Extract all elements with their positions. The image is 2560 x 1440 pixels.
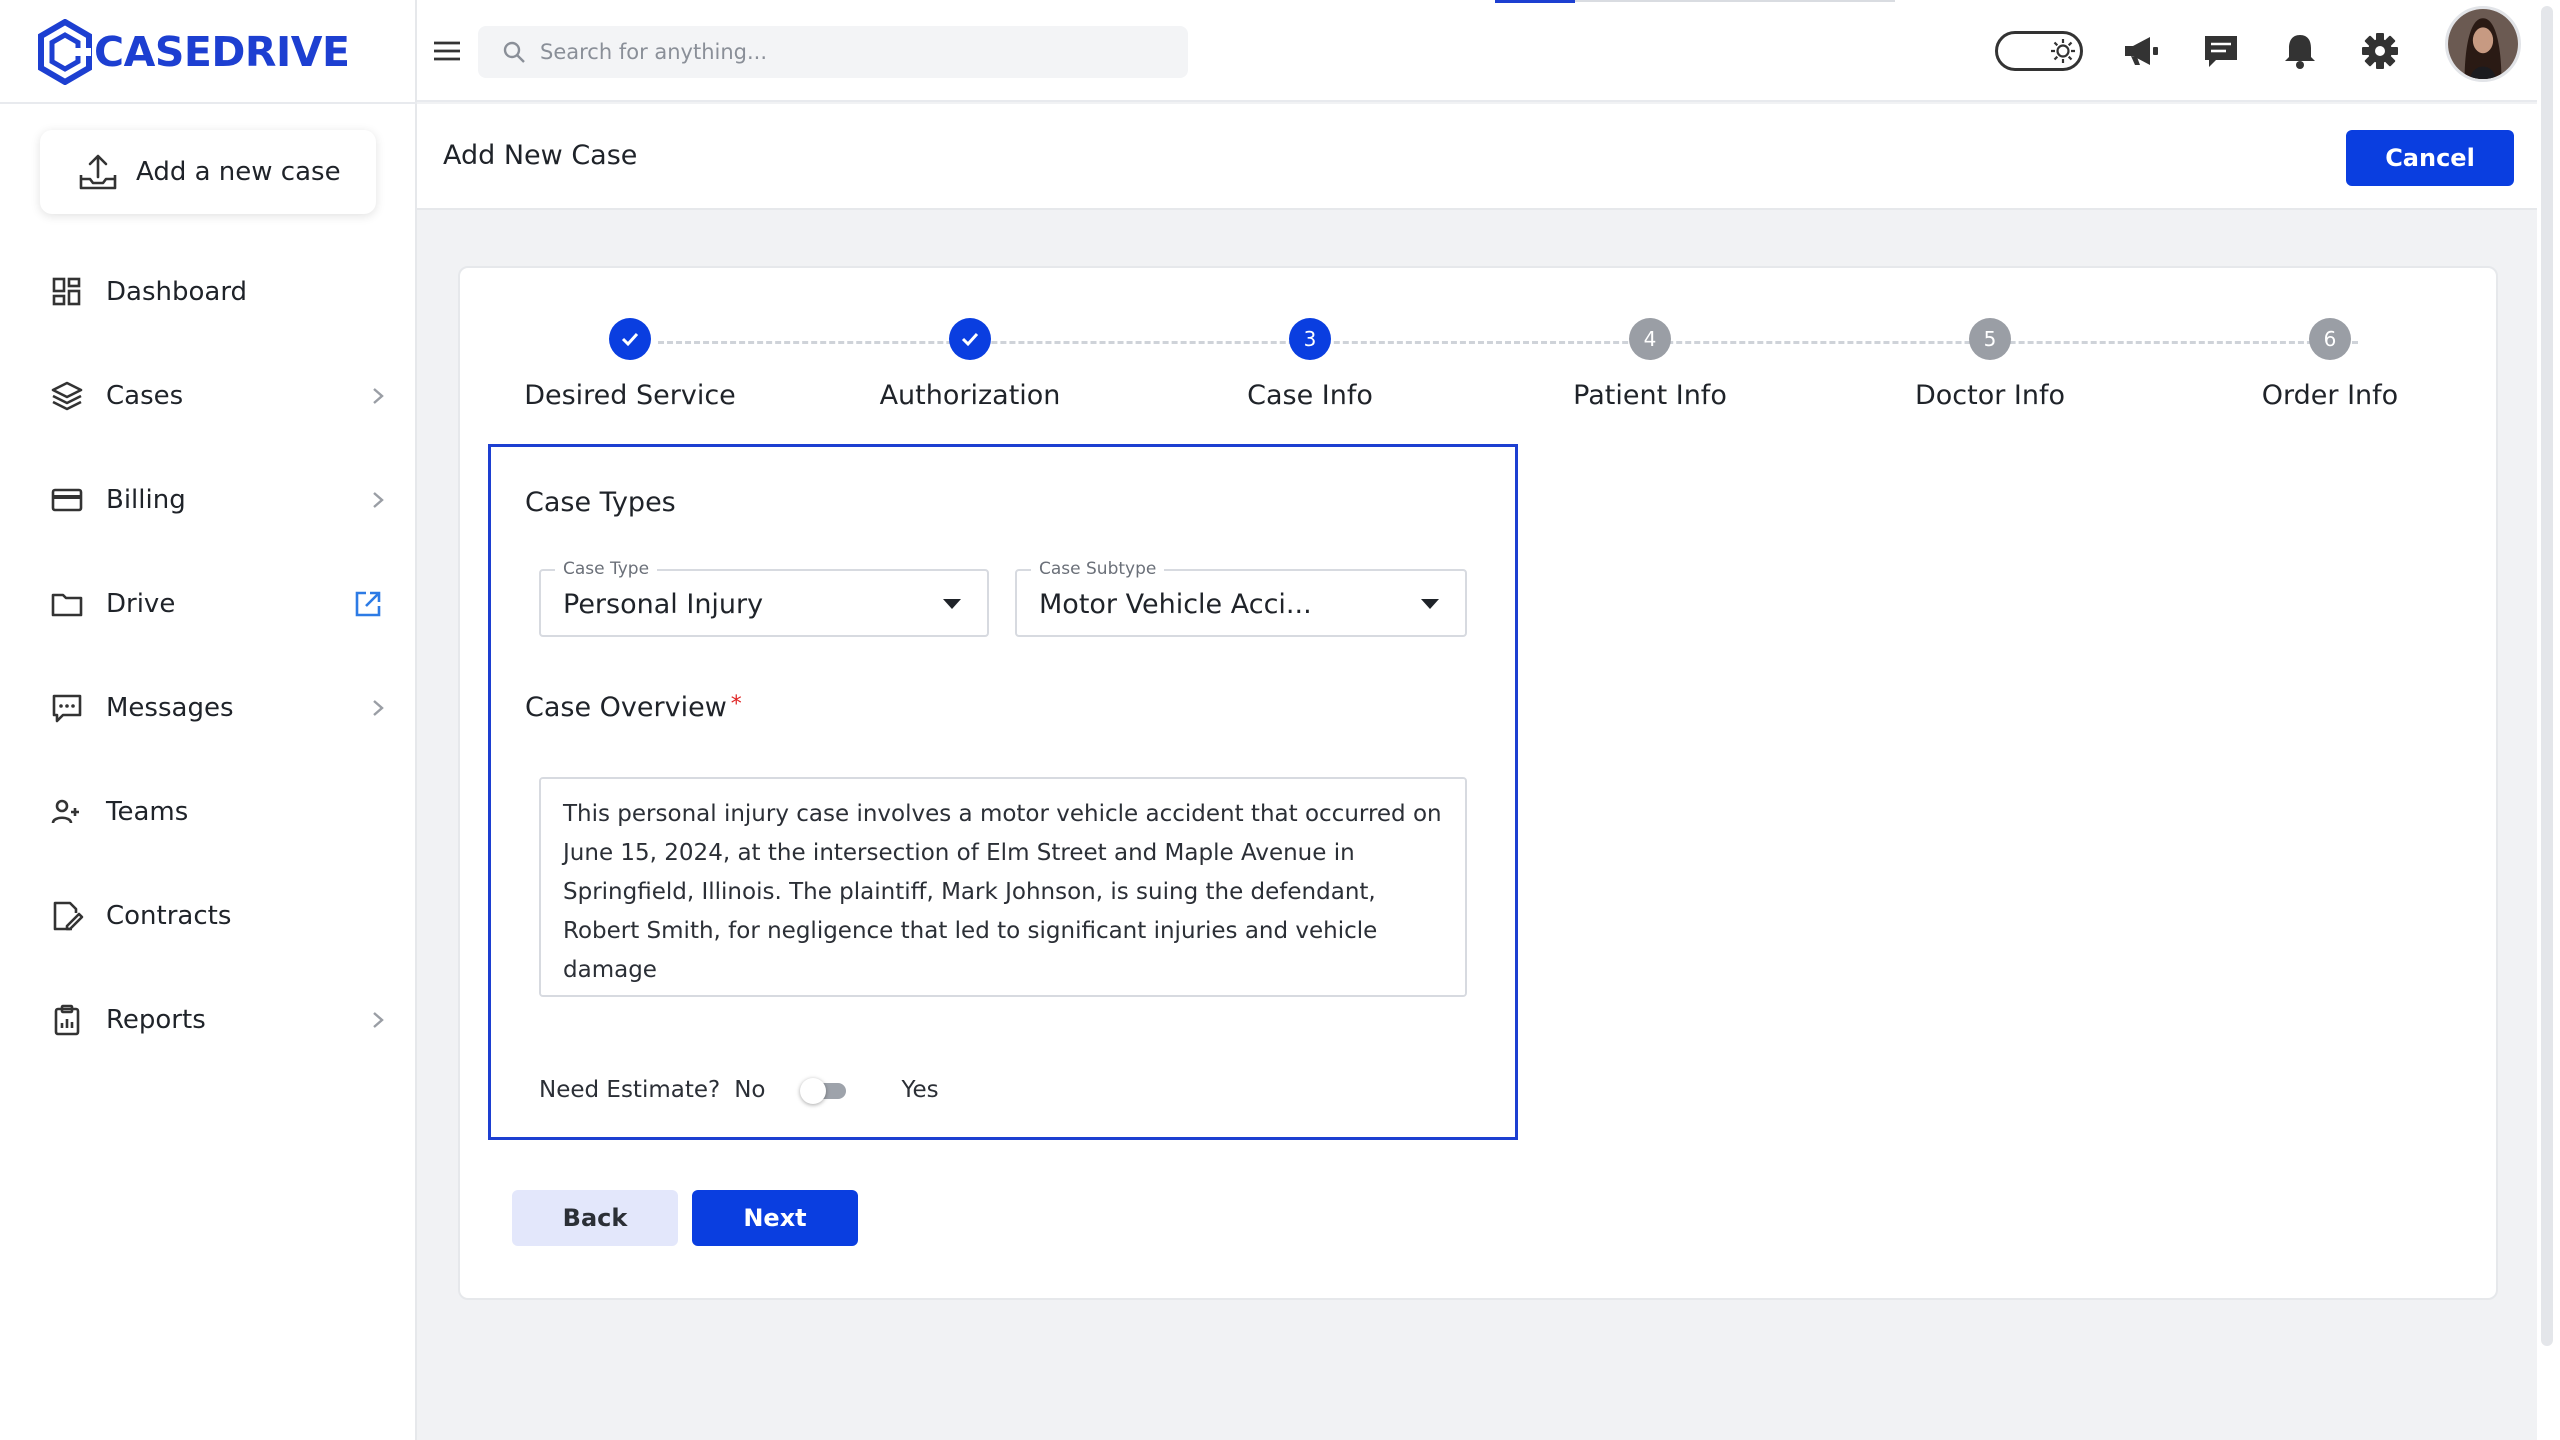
brand-logo[interactable]: CASEDRIVE	[38, 14, 350, 90]
case-overview-textarea[interactable]: This personal injury case involves a mot…	[539, 777, 1467, 997]
message-icon	[52, 694, 82, 723]
case-types-title: Case Types	[525, 487, 676, 518]
sun-icon	[2051, 39, 2075, 63]
case-subtype-label: Case Subtype	[1031, 559, 1165, 579]
sidebar-item-cases[interactable]: Cases	[0, 344, 417, 448]
step-desired-service[interactable]: Desired Service	[460, 318, 800, 411]
menu-icon[interactable]	[431, 36, 463, 66]
step-authorization[interactable]: Authorization	[800, 318, 1140, 411]
folder-icon	[51, 593, 83, 617]
external-link-icon[interactable]	[353, 589, 383, 619]
chevron-right-icon	[373, 388, 384, 404]
megaphone-icon[interactable]	[2120, 30, 2162, 72]
cancel-button[interactable]: Cancel	[2346, 130, 2514, 186]
chevron-right-icon	[373, 1012, 384, 1028]
clipboard-icon	[54, 1004, 80, 1036]
search-input[interactable]	[540, 40, 1180, 64]
estimate-yes-label: Yes	[901, 1077, 939, 1103]
step-doctor-info[interactable]: 5 Doctor Info	[1820, 318, 2160, 411]
chevron-right-icon	[373, 700, 384, 716]
case-info-form: Case Types Case Type Personal Injury Cas…	[488, 444, 1518, 1140]
sidebar-item-reports[interactable]: Reports	[0, 968, 417, 1072]
case-wizard-card: Desired Service Authorization 3 Case Inf…	[458, 266, 2498, 1300]
search-icon	[503, 41, 525, 63]
case-type-value: Personal Injury	[563, 589, 764, 620]
sidebar-item-label: Billing	[106, 485, 186, 515]
step-label: Patient Info	[1573, 380, 1727, 411]
loading-track	[1575, 0, 1895, 2]
step-number: 5	[1969, 318, 2011, 360]
brand-name: CASEDRIVE	[94, 28, 350, 76]
sidebar-item-drive[interactable]: Drive	[0, 552, 417, 656]
chevron-right-icon	[373, 492, 384, 508]
contract-icon	[53, 901, 84, 931]
add-new-case-button[interactable]: Add a new case	[40, 130, 376, 214]
scrollbar-thumb[interactable]	[2541, 6, 2553, 1346]
case-type-select[interactable]: Case Type Personal Injury	[539, 559, 989, 637]
step-patient-info[interactable]: 4 Patient Info	[1480, 318, 1820, 411]
case-subtype-select[interactable]: Case Subtype Motor Vehicle Acci...	[1015, 559, 1467, 637]
case-type-label: Case Type	[555, 559, 658, 579]
step-order-info[interactable]: 6 Order Info	[2160, 318, 2500, 411]
back-button[interactable]: Back	[512, 1190, 678, 1246]
sidebar-item-label: Contracts	[106, 901, 232, 931]
step-number: 3	[1289, 318, 1331, 360]
theme-toggle[interactable]	[1995, 31, 2083, 71]
search-bar[interactable]	[478, 26, 1188, 78]
required-marker: *	[730, 692, 742, 717]
add-new-case-label: Add a new case	[136, 157, 341, 187]
need-estimate-label: Need Estimate?	[539, 1077, 721, 1103]
case-overview-title: Case Overview *	[525, 692, 742, 723]
sidebar-item-label: Dashboard	[106, 277, 248, 307]
next-button[interactable]: Next	[692, 1190, 858, 1246]
case-overview-label: Case Overview	[525, 692, 727, 723]
casedrive-logo-icon	[38, 19, 92, 85]
step-check-icon	[949, 318, 991, 360]
sidebar: CASEDRIVE Add a new case Dashboard Cases…	[0, 0, 417, 1440]
sidebar-nav: Dashboard Cases Billing Drive Messages T…	[0, 240, 417, 1072]
sidebar-item-billing[interactable]: Billing	[0, 448, 417, 552]
sidebar-item-label: Messages	[106, 693, 234, 723]
step-case-info[interactable]: 3 Case Info	[1140, 318, 1480, 411]
toggle-thumb	[799, 1078, 826, 1104]
topbar	[417, 0, 2537, 102]
need-estimate-toggle[interactable]	[799, 1078, 850, 1104]
stepper: Desired Service Authorization 3 Case Inf…	[460, 318, 2500, 411]
chat-icon[interactable]	[2200, 30, 2242, 72]
upload-tray-icon	[79, 154, 117, 190]
estimate-no-label: No	[734, 1077, 766, 1103]
credit-card-icon	[51, 488, 83, 512]
sidebar-item-label: Drive	[106, 589, 176, 619]
gear-icon[interactable]	[2359, 30, 2401, 72]
sidebar-item-label: Reports	[106, 1005, 206, 1035]
sidebar-item-contracts[interactable]: Contracts	[0, 864, 417, 968]
case-subtype-value: Motor Vehicle Acci...	[1039, 589, 1312, 620]
users-icon	[51, 799, 79, 824]
sidebar-item-messages[interactable]: Messages	[0, 656, 417, 760]
step-label: Authorization	[879, 380, 1061, 411]
caret-down-icon	[943, 599, 961, 609]
bell-icon[interactable]	[2279, 30, 2321, 72]
dashboard-icon	[52, 277, 81, 306]
user-photo	[2448, 9, 2518, 79]
sidebar-item-label: Cases	[106, 381, 184, 411]
page-title: Add New Case	[443, 140, 638, 171]
page-header: Add New Case Cancel	[417, 104, 2537, 210]
need-estimate-row: Need Estimate? No Yes	[539, 1077, 939, 1104]
layers-icon	[51, 381, 83, 411]
sidebar-item-teams[interactable]: Teams	[0, 760, 417, 864]
step-check-icon	[609, 318, 651, 360]
step-label: Desired Service	[524, 380, 736, 411]
step-label: Order Info	[2261, 380, 2399, 411]
step-label: Doctor Info	[1914, 380, 2066, 411]
divider	[0, 102, 417, 104]
avatar[interactable]	[2445, 6, 2521, 82]
caret-down-icon	[1421, 599, 1439, 609]
sidebar-item-label: Teams	[106, 797, 189, 827]
loading-indicator	[1495, 0, 1575, 3]
step-label: Case Info	[1247, 380, 1373, 411]
step-number: 4	[1629, 318, 1671, 360]
sidebar-item-dashboard[interactable]: Dashboard	[0, 240, 417, 344]
step-number: 6	[2309, 318, 2351, 360]
